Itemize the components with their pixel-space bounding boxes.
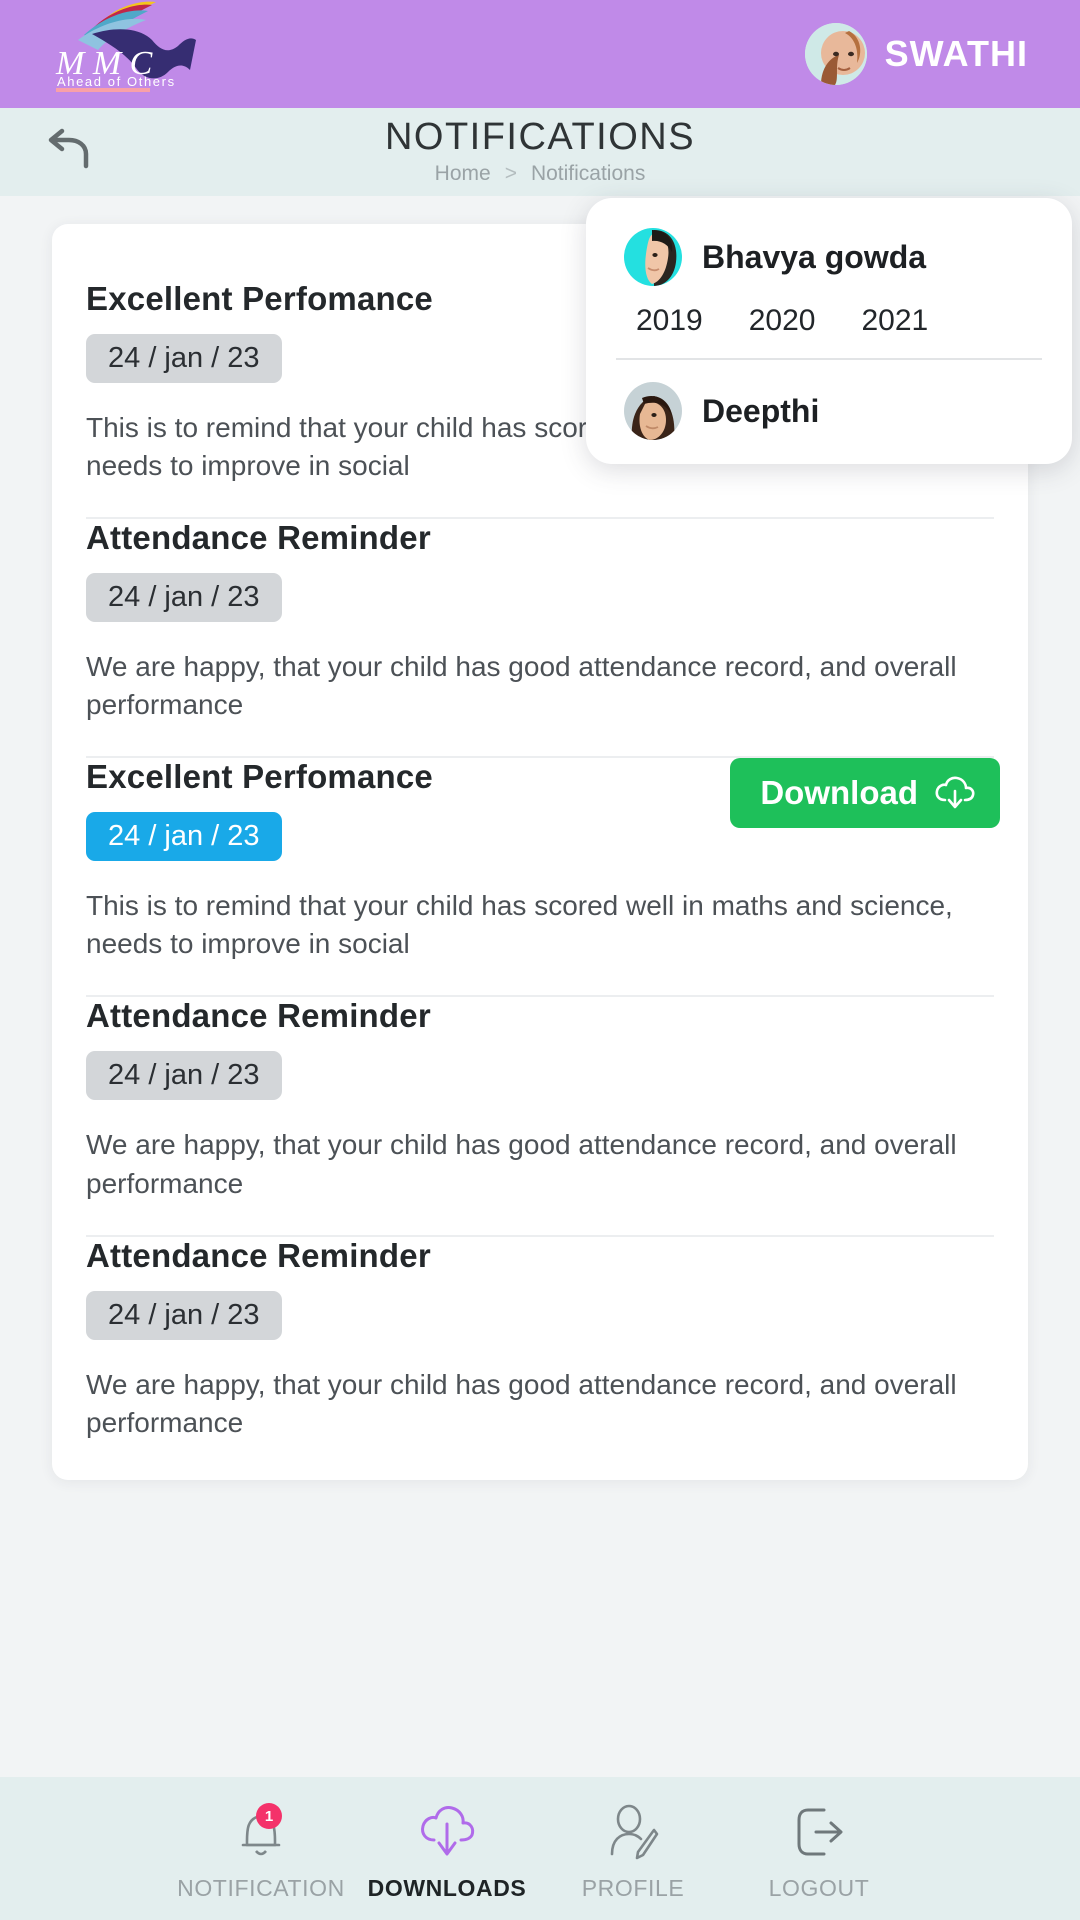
student-selector-dropdown[interactable]: Bhavya gowda 2019 2020 2021 Deepthi <box>586 198 1072 464</box>
breadcrumb-current: Notifications <box>530 161 646 185</box>
brand-header: M M C Ahead of Others SWATHI <box>0 0 1080 108</box>
logout-icon-wrap <box>790 1801 848 1863</box>
notification-header: Excellent Perfomance 24 / jan / 23 Downl… <box>86 758 1000 862</box>
notification-body: We are happy, that your child has good a… <box>86 1368 957 1438</box>
notification-date-badge: 24 / jan / 23 <box>86 573 282 623</box>
profile-edit-icon-wrap <box>604 1801 662 1863</box>
student-row[interactable]: Deepthi <box>616 378 1042 444</box>
notification-date-badge: 24 / jan / 23 <box>86 812 282 862</box>
nav-item-logout[interactable]: LOGOUT <box>726 1795 912 1902</box>
notification-title: Attendance Reminder <box>86 519 431 557</box>
notification-item[interactable]: Attendance Reminder 24 / jan / 23 We are… <box>52 519 1028 724</box>
user-name: SWATHI <box>884 33 1028 74</box>
student-avatar <box>624 382 682 440</box>
download-button[interactable]: Download <box>730 758 1000 829</box>
notification-body: We are happy, that your child has good a… <box>86 1129 957 1199</box>
nav-label-logout: LOGOUT <box>768 1875 870 1901</box>
student-name: Bhavya gowda <box>702 238 927 275</box>
notification-item[interactable]: Excellent Perfomance 24 / jan / 23 Downl… <box>52 758 1028 963</box>
back-arrow-icon <box>48 128 89 169</box>
student-row[interactable]: Bhavya gowda <box>616 224 1042 290</box>
year-option[interactable]: 2019 <box>630 302 709 340</box>
avatar[interactable] <box>804 23 867 85</box>
logout-icon <box>797 1808 843 1856</box>
notification-item[interactable]: Attendance Reminder 24 / jan / 23 We are… <box>52 997 1028 1202</box>
student-entry-0[interactable]: Bhavya gowda 2019 2020 2021 <box>586 224 1072 340</box>
nav-label-profile: PROFILE <box>581 1875 685 1901</box>
notification-title: Excellent Perfomance <box>86 280 433 317</box>
user-profile-chip[interactable]: SWATHI <box>804 23 1028 85</box>
page-title: NOTIFICATIONS <box>384 116 696 159</box>
nav-label-downloads: DOWNLOADS <box>367 1875 527 1901</box>
download-button-label: Download <box>760 774 918 812</box>
nav-item-notification[interactable]: 1 NOTIFICATION <box>168 1795 354 1902</box>
notification-title: Excellent Perfomance <box>86 758 433 796</box>
bell-icon-wrap: 1 <box>232 1801 290 1863</box>
breadcrumb-home[interactable]: Home <box>435 162 491 186</box>
app-screen: M M C Ahead of Others SWATHI NOTIFICATIO… <box>0 0 1080 1920</box>
notification-date-badge: 24 / jan / 23 <box>86 334 282 383</box>
user-photo-icon <box>804 23 867 85</box>
nav-item-downloads[interactable]: DOWNLOADS <box>354 1795 540 1902</box>
page-header-center: NOTIFICATIONS Home > Notifications <box>0 116 1080 186</box>
student-entry-1[interactable]: Deepthi <box>586 378 1072 444</box>
breadcrumb: Home > Notifications <box>0 162 1080 186</box>
breadcrumb-separator: > <box>504 161 517 185</box>
student-photo-icon <box>624 382 682 440</box>
notification-header: Attendance Reminder 24 / jan / 23 <box>86 1237 994 1340</box>
menu-divider <box>616 358 1042 360</box>
notification-item[interactable]: Attendance Reminder 24 / jan / 23 We are… <box>52 1237 1028 1442</box>
notification-body: We are happy, that your child has good a… <box>86 651 957 721</box>
notification-title: Attendance Reminder <box>86 1236 431 1274</box>
notification-body: This is to remind that your child has sc… <box>86 890 953 960</box>
student-years: 2019 2020 2021 <box>616 290 1042 340</box>
bottom-navigation: 1 NOTIFICATION DOWNLOADS PROFILE LOGOUT <box>0 1777 1080 1920</box>
student-avatar <box>624 228 682 286</box>
notification-count-badge: 1 <box>256 1803 282 1829</box>
cloud-download-icon <box>421 1806 475 1856</box>
notification-header: Attendance Reminder 24 / jan / 23 <box>86 997 994 1101</box>
mmc-logo[interactable]: M M C Ahead of Others <box>44 0 224 108</box>
back-button[interactable] <box>40 124 96 180</box>
logo-graphic-icon: M M C Ahead of Others <box>55 1 196 92</box>
cloud-download-icon <box>935 776 975 809</box>
student-name: Deepthi <box>702 392 820 429</box>
year-option[interactable]: 2021 <box>856 302 935 340</box>
student-photo-icon <box>624 228 682 286</box>
page-header: NOTIFICATIONS Home > Notifications Bhavy… <box>0 108 1080 464</box>
cloud-download-icon-wrap <box>416 1801 478 1863</box>
notification-title: Attendance Reminder <box>86 997 431 1035</box>
notification-date-badge: 24 / jan / 23 <box>86 1051 282 1101</box>
profile-edit-icon <box>610 1804 659 1860</box>
notification-date-badge: 24 / jan / 23 <box>86 1290 282 1340</box>
notification-header: Attendance Reminder 24 / jan / 23 <box>86 519 994 623</box>
nav-item-profile[interactable]: PROFILE <box>540 1795 726 1902</box>
svg-text:Ahead of Others: Ahead of Others <box>57 74 176 89</box>
year-option[interactable]: 2020 <box>743 302 822 340</box>
nav-label-notification: NOTIFICATION <box>177 1875 345 1901</box>
